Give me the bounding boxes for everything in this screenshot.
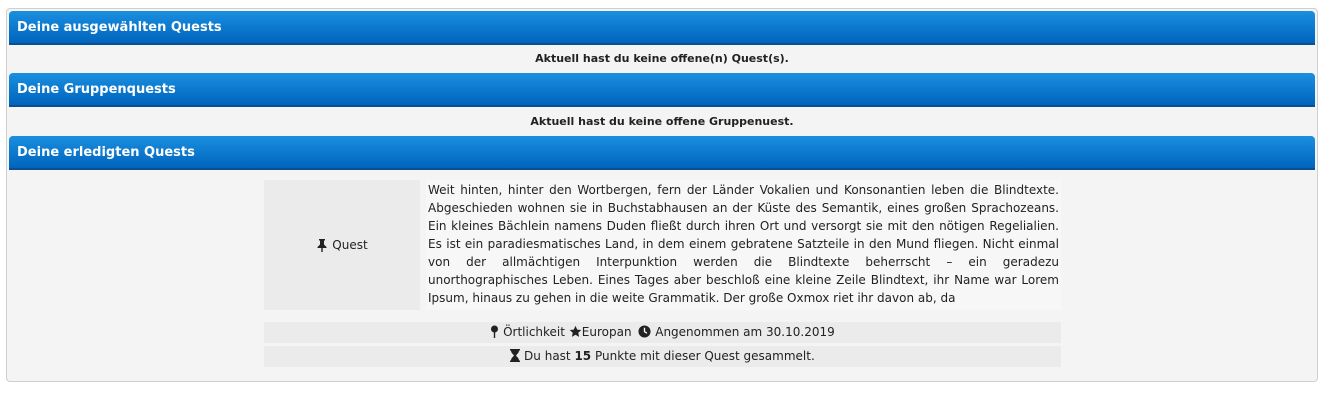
completed-quests-title: Deine erledigten Quests bbox=[17, 145, 195, 160]
group-quests-empty-message: Aktuell hast du keine offene Gruppenuest… bbox=[530, 115, 794, 128]
pushpin-icon bbox=[317, 238, 327, 252]
points-prefix: Du hast bbox=[524, 349, 571, 363]
selected-quests-title: Deine ausgewählten Quests bbox=[17, 20, 222, 35]
completed-quests-header: Deine erledigten Quests bbox=[9, 136, 1315, 170]
hourglass-icon bbox=[510, 349, 521, 362]
quest-meta-row: Örtlichkeit Europan Angenommen am 30.10.… bbox=[264, 322, 1061, 343]
quest-description: Weit hinten, hinter den Wortbergen, fern… bbox=[428, 183, 1059, 305]
group-quests-title: Deine Gruppenquests bbox=[17, 82, 176, 97]
points-value: 15 bbox=[574, 349, 592, 363]
accepted-date: Angenommen am 30.10.2019 bbox=[655, 325, 835, 339]
selected-quests-empty-message: Aktuell hast du keine offene(n) Quest(s)… bbox=[535, 52, 789, 65]
clock-icon bbox=[638, 325, 651, 338]
quest-type-label: Quest bbox=[332, 238, 368, 252]
points-suffix: Punkte mit dieser Quest gesammelt. bbox=[594, 349, 815, 363]
star-icon bbox=[569, 325, 582, 337]
map-marker-icon bbox=[491, 325, 499, 338]
quests-panel: Deine ausgewählten Quests Aktuell hast d… bbox=[6, 8, 1318, 382]
quest-points-row: Du hast 15 Punkte mit dieser Quest gesam… bbox=[264, 346, 1061, 367]
location-label: Örtlichkeit bbox=[503, 325, 565, 339]
quest-type-cell: Quest bbox=[264, 180, 420, 310]
group-quests-header: Deine Gruppenquests bbox=[9, 73, 1315, 107]
location-value: Europan bbox=[581, 325, 632, 339]
quest-description-cell: Weit hinten, hinter den Wortbergen, fern… bbox=[426, 180, 1061, 310]
selected-quests-header: Deine ausgewählten Quests bbox=[9, 11, 1315, 45]
